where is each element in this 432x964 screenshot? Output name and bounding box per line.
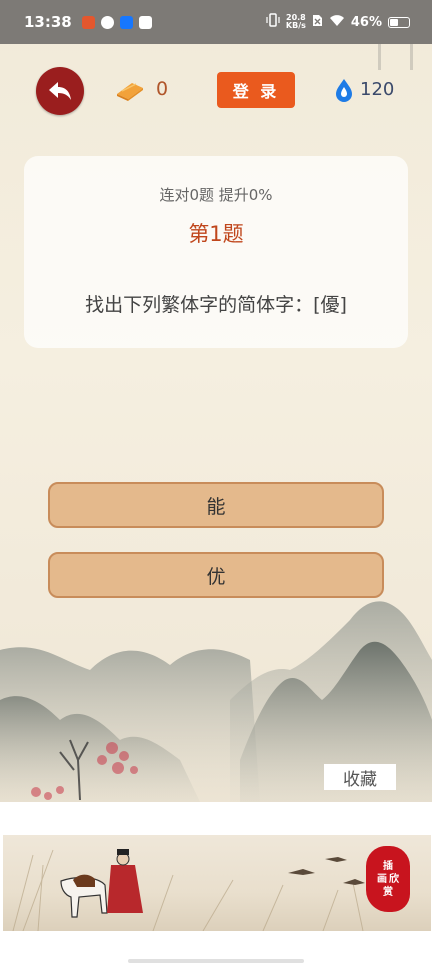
wifi-icon [329,14,345,31]
battery-icon [388,16,410,28]
scroll-coin-icon [114,80,146,106]
status-bar: 13:38 20.8 KB/s 46% [0,0,432,44]
favorite-button[interactable]: 收藏 [324,764,396,790]
vibrate-icon [266,13,280,31]
question-prompt: 找出下列繁体字的简体字：[優] [85,294,347,316]
login-button[interactable]: 登 录 [217,72,295,108]
no-sim-icon [312,14,323,31]
illustration-seal: 插 画欣 赏 [366,846,410,912]
streak-text: 连对0题 提升0% [159,186,273,204]
battery-percent: 46% [350,14,382,30]
energy-drop-icon [334,78,354,106]
message-notification-icon [138,15,152,29]
app-notification-icon [81,15,95,29]
landscape-background [0,0,432,802]
status-time: 13:38 [24,13,72,31]
energy-count: 120 [360,79,395,100]
answer-option-1[interactable]: 能 [48,482,384,528]
coin-count: 0 [156,78,169,100]
answer-option-2[interactable]: 优 [48,552,384,598]
network-speed: 20.8 KB/s [285,13,306,30]
question-card: 连对0题 提升0% 第1题 找出下列繁体字的简体字：[優] [24,156,408,348]
home-indicator[interactable] [128,959,304,963]
back-arrow-icon [49,82,71,100]
browser-notification-icon [100,15,114,29]
back-button[interactable] [36,67,84,115]
alipay-notification-icon [119,15,133,29]
question-number: 第1题 [188,222,244,246]
